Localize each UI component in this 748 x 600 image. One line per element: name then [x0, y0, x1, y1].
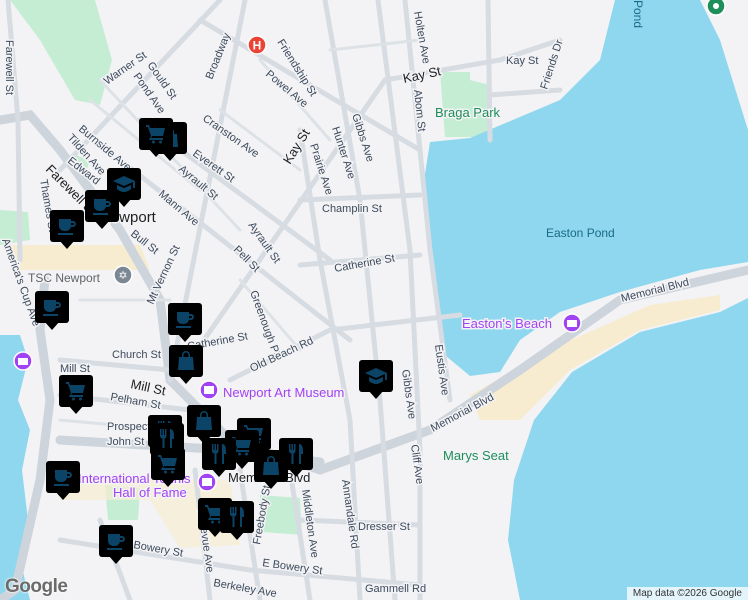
street-label: Farewell St	[3, 40, 15, 95]
map-canvas[interactable]: Farewell St Warner St Gould St Pond Ave …	[0, 0, 748, 600]
street-label: Church St	[112, 349, 161, 361]
hospital-icon[interactable]: H	[247, 35, 267, 55]
street-label: Mill St	[60, 363, 90, 375]
water-label: Easton Pond	[546, 226, 615, 240]
street-label: Mann Ave	[156, 188, 201, 229]
street-label: Abom St	[411, 89, 427, 132]
cafe-marker[interactable]	[99, 525, 133, 564]
street-label: Pell St	[231, 244, 262, 275]
museum-icon[interactable]	[197, 472, 217, 492]
poi-label-tennis-hall-of-fame[interactable]: Hall of Fame	[112, 484, 189, 502]
poi-label[interactable]: TSC Newport	[27, 270, 103, 287]
google-logo: Google	[5, 576, 68, 597]
street-label: Prospect	[107, 421, 150, 433]
cafe-marker[interactable]	[168, 303, 202, 342]
camera-icon[interactable]	[562, 313, 582, 333]
map-attribution[interactable]: Map data ©2026 Google	[626, 587, 748, 600]
museum-icon[interactable]	[199, 380, 219, 400]
park-label[interactable]: Braga Park	[434, 104, 503, 122]
place-pin-icon[interactable]	[706, 0, 726, 16]
street-label: Berkeley Ave	[212, 577, 277, 600]
street-label: Champlin St	[322, 203, 382, 215]
camera-icon[interactable]	[13, 351, 33, 371]
street-label: Holten Ave	[411, 10, 432, 64]
street-label: Old Beach Rd	[248, 335, 315, 375]
svg-text:✡: ✡	[118, 270, 127, 282]
poi-label-newport-art-museum[interactable]: Newport Art Museum	[222, 384, 346, 402]
street-label: Kay St	[506, 55, 538, 67]
synagogue-icon[interactable]: ✡	[113, 265, 133, 285]
street-label: Kay St	[402, 63, 443, 86]
park-label[interactable]: Marys Seat	[442, 447, 511, 465]
street-label: John St	[107, 436, 144, 448]
street-label: Dresser St	[358, 521, 410, 533]
water-label: Pond	[631, 0, 645, 28]
poi-label-eastons-beach[interactable]: Easton's Beach	[461, 315, 554, 333]
svg-text:H: H	[253, 39, 262, 53]
cafe-marker[interactable]	[50, 210, 84, 249]
street-label: Cliff Ave	[408, 444, 425, 485]
school-marker[interactable]	[359, 360, 393, 399]
grocery-marker[interactable]	[59, 375, 93, 414]
street-label: Gammell Rd	[365, 583, 426, 595]
